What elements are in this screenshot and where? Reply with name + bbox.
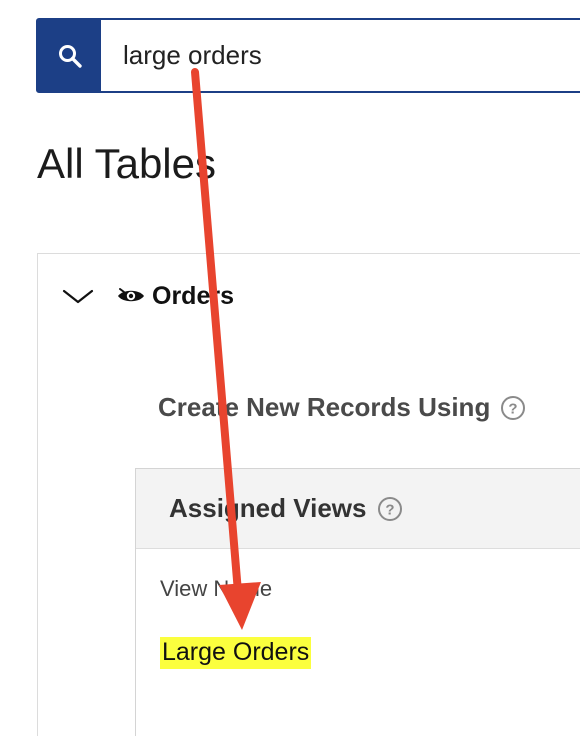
- column-header-view-name: View Name: [160, 576, 273, 601]
- svg-text:?: ?: [385, 501, 394, 518]
- search-input[interactable]: [101, 20, 580, 91]
- help-icon[interactable]: ?: [377, 496, 403, 522]
- table-name: Orders: [152, 281, 234, 310]
- create-records-label: Create New Records Using ?: [158, 392, 526, 423]
- search-button[interactable]: [38, 20, 101, 91]
- chevron-down-icon[interactable]: [60, 281, 96, 311]
- svg-text:?: ?: [509, 400, 518, 417]
- help-icon[interactable]: ?: [500, 395, 526, 421]
- eye-icon: [116, 285, 146, 307]
- view-row-large-orders[interactable]: Large Orders: [160, 637, 312, 669]
- table-header[interactable]: Orders: [60, 276, 234, 316]
- create-records-text: Create New Records Using: [158, 392, 491, 422]
- assigned-views-header: Assigned Views ?: [136, 469, 580, 549]
- page: All Tables Orders Create New Records Usi…: [0, 0, 580, 736]
- search-icon: [58, 44, 82, 68]
- search-bar: [36, 18, 580, 93]
- table-card-orders: Orders Create New Records Using ? Assign…: [37, 253, 580, 736]
- page-title: All Tables: [37, 140, 216, 187]
- assigned-views-title: Assigned Views: [169, 493, 367, 523]
- assigned-views-panel: Assigned Views ? View Name Large Orders: [135, 468, 580, 736]
